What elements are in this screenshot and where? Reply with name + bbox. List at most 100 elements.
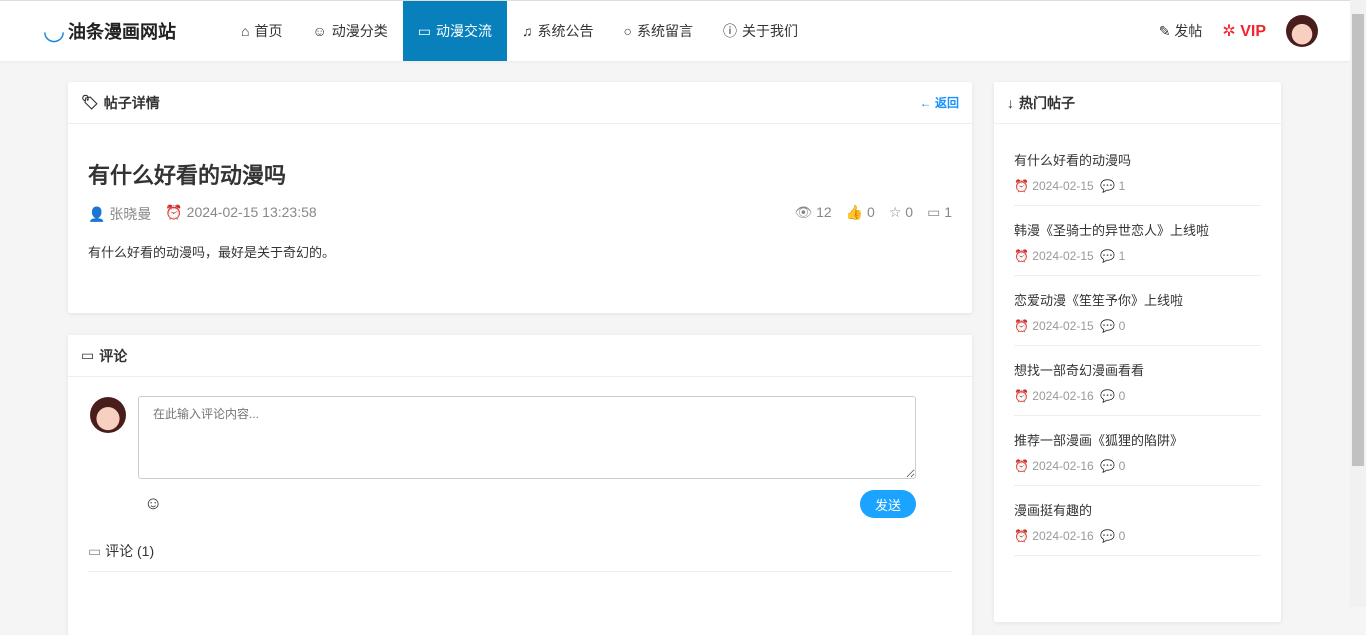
hot-post-date: 2024-02-15 (1032, 179, 1094, 193)
hot-post-date: 2024-02-16 (1032, 389, 1094, 403)
time-value: 2024-02-15 13:23:58 (186, 204, 317, 220)
nav-message[interactable]: ○ 系统留言 (609, 1, 708, 61)
likes-count: 0 (867, 204, 875, 220)
hot-post-item[interactable]: 有什么好看的动漫吗 ⏰ 2024-02-15 💬 1 (1014, 136, 1261, 206)
tags-icon: 🏷 (81, 94, 99, 110)
top-nav: ◡ 油条漫画网站 ⌂ 首页 ☺ 动漫分类 ▭ 动漫交流 ♫ 系统公告 ○ 系统留言 ⓘ 关于… (0, 0, 1350, 61)
card-title: 评论 (99, 347, 128, 364)
hot-post-date: 2024-02-15 (1032, 249, 1094, 263)
hot-post-date: 2024-02-15 (1032, 319, 1094, 333)
comment-icon: 💬 (1100, 529, 1116, 543)
clock-icon: ⏰ (1014, 319, 1029, 333)
hot-post-count: 0 (1118, 459, 1126, 473)
hot-post-date: 2024-02-16 (1032, 459, 1094, 473)
nav-about[interactable]: ⓘ 关于我们 (708, 1, 813, 61)
smile-icon: ☺ (312, 23, 327, 39)
bear-logo-icon: ◡ (44, 15, 64, 45)
like-button[interactable]: 👍 0 (846, 204, 875, 224)
favs-count: 0 (905, 204, 914, 220)
hot-post-count: 1 (1118, 179, 1126, 193)
main-menu: ⌂ 首页 ☺ 动漫分类 ▭ 动漫交流 ♫ 系统公告 ○ 系统留言 ⓘ 关于我们 (226, 1, 813, 61)
site-logo[interactable]: ◡ 油条漫画网站 (44, 15, 176, 46)
comment-icon: 💬 (1100, 249, 1116, 263)
nav-notice[interactable]: ♫ 系统公告 (507, 1, 609, 61)
hot-post-item[interactable]: 恋爱动漫《笙笙予你》上线啦 ⏰ 2024-02-15 💬 0 (1014, 276, 1261, 346)
comment-icon: 💬 (1100, 459, 1116, 473)
comment-icon: 💬 (1100, 179, 1116, 193)
comment-icon: ▭ (81, 347, 95, 363)
emoji-button[interactable]: ☺ (144, 493, 162, 514)
views-count: 12 (816, 204, 832, 220)
message-icon: ○ (623, 23, 632, 39)
sparkle-icon: ✲ (1222, 23, 1236, 40)
vip-button[interactable]: ✲ VIP (1222, 21, 1266, 41)
comment-count: ▭ 1 (927, 204, 952, 220)
hot-post-title[interactable]: 想找一部奇幻漫画看看 (1014, 360, 1261, 379)
comments-count-label: ▭ 评论 (1) (88, 541, 952, 572)
hot-post-count: 0 (1118, 319, 1126, 333)
card-title: 帖子详情 (103, 94, 160, 111)
nav-label: 关于我们 (741, 23, 798, 39)
nav-label: 动漫交流 (436, 23, 492, 39)
hot-post-title[interactable]: 恋爱动漫《笙笙予你》上线啦 (1014, 290, 1261, 309)
scrollbar-thumb[interactable] (1352, 14, 1364, 466)
clock-icon: ⏰ (1014, 389, 1029, 403)
hot-post-count: 0 (1118, 529, 1126, 543)
hot-post-date: 2024-02-16 (1032, 529, 1094, 543)
hot-post-item[interactable]: 漫画挺有趣的 ⏰ 2024-02-16 💬 0 (1014, 486, 1261, 556)
author-name: 张晓曼 (109, 206, 152, 222)
user-avatar[interactable] (1286, 15, 1318, 47)
post-label: 发帖 (1174, 23, 1203, 39)
post-title: 有什么好看的动漫吗 (88, 163, 287, 188)
home-icon: ⌂ (241, 23, 250, 39)
nav-category[interactable]: ☺ 动漫分类 (297, 1, 402, 61)
post-content: 有什么好看的动漫吗，最好是关于奇幻的。 (88, 245, 336, 260)
count-text: 评论 (1) (105, 543, 155, 559)
clock-icon: ⏰ (1014, 459, 1029, 473)
chat-icon: ▭ (417, 22, 431, 39)
edit-icon: ✎ (1158, 23, 1171, 39)
hot-post-title[interactable]: 韩漫《圣骑士的异世恋人》上线啦 (1014, 220, 1261, 239)
hot-post-title[interactable]: 漫画挺有趣的 (1014, 500, 1261, 519)
post-time: ⏰ 2024-02-15 13:23:58 (165, 204, 317, 220)
comment-input[interactable] (138, 396, 916, 479)
comment-icon: ▭ (88, 543, 102, 559)
post-detail-card: 🏷 帖子详情 ← 返回 有什么好看的动漫吗 👤 张晓曼 ⏰ 2024-02-15 … (68, 82, 972, 313)
hot-post-item[interactable]: 推荐一部漫画《狐狸的陷阱》 ⏰ 2024-02-16 💬 0 (1014, 416, 1261, 486)
nav-forum[interactable]: ▭ 动漫交流 (402, 1, 507, 61)
my-avatar (90, 397, 126, 433)
hot-post-count: 0 (1118, 389, 1126, 403)
sort-icon: ↓ (1007, 94, 1014, 111)
post-button[interactable]: ✎ 发帖 (1159, 21, 1203, 41)
nav-home[interactable]: ⌂ 首页 (226, 1, 297, 61)
comment-icon: 💬 (1100, 319, 1116, 333)
author[interactable]: 👤 张晓曼 (88, 204, 151, 224)
send-button[interactable]: 发送 (860, 490, 916, 518)
views: 👁 12 (794, 204, 832, 220)
hot-posts-card: ↓ 热门帖子 有什么好看的动漫吗 ⏰ 2024-02-15 💬 1 韩漫《圣骑士的异世… (994, 82, 1281, 622)
hot-post-title[interactable]: 有什么好看的动漫吗 (1014, 150, 1261, 169)
scrollbar[interactable] (1350, 0, 1366, 607)
clock-icon: ⏰ (1014, 249, 1029, 263)
info-icon: ⓘ (722, 23, 737, 39)
nav-label: 动漫分类 (331, 23, 388, 39)
back-link[interactable]: ← 返回 (920, 94, 959, 111)
nav-label: 首页 (254, 23, 283, 39)
site-name: 油条漫画网站 (68, 21, 176, 42)
comments-count: 1 (944, 204, 952, 220)
hot-post-item[interactable]: 想找一部奇幻漫画看看 ⏰ 2024-02-16 💬 0 (1014, 346, 1261, 416)
hot-post-item[interactable]: 韩漫《圣骑士的异世恋人》上线啦 ⏰ 2024-02-15 💬 1 (1014, 206, 1261, 276)
bell-icon: ♫ (522, 23, 533, 39)
nav-label: 系统留言 (636, 23, 693, 39)
hot-post-title[interactable]: 推荐一部漫画《狐狸的陷阱》 (1014, 430, 1261, 449)
clock-icon: ⏰ (1014, 529, 1029, 543)
clock-icon: ⏰ (1014, 179, 1029, 193)
favorite-button[interactable]: ☆ 0 (889, 204, 913, 224)
comment-card: ▭评论 ☺ 发送 ▭ 评论 (1) (68, 335, 972, 635)
vip-label: VIP (1240, 23, 1266, 40)
hot-post-count: 1 (1118, 249, 1126, 263)
card-title: 热门帖子 (1019, 94, 1075, 111)
back-label: 返回 (934, 96, 959, 110)
comment-icon: 💬 (1100, 389, 1116, 403)
nav-label: 系统公告 (537, 23, 594, 39)
